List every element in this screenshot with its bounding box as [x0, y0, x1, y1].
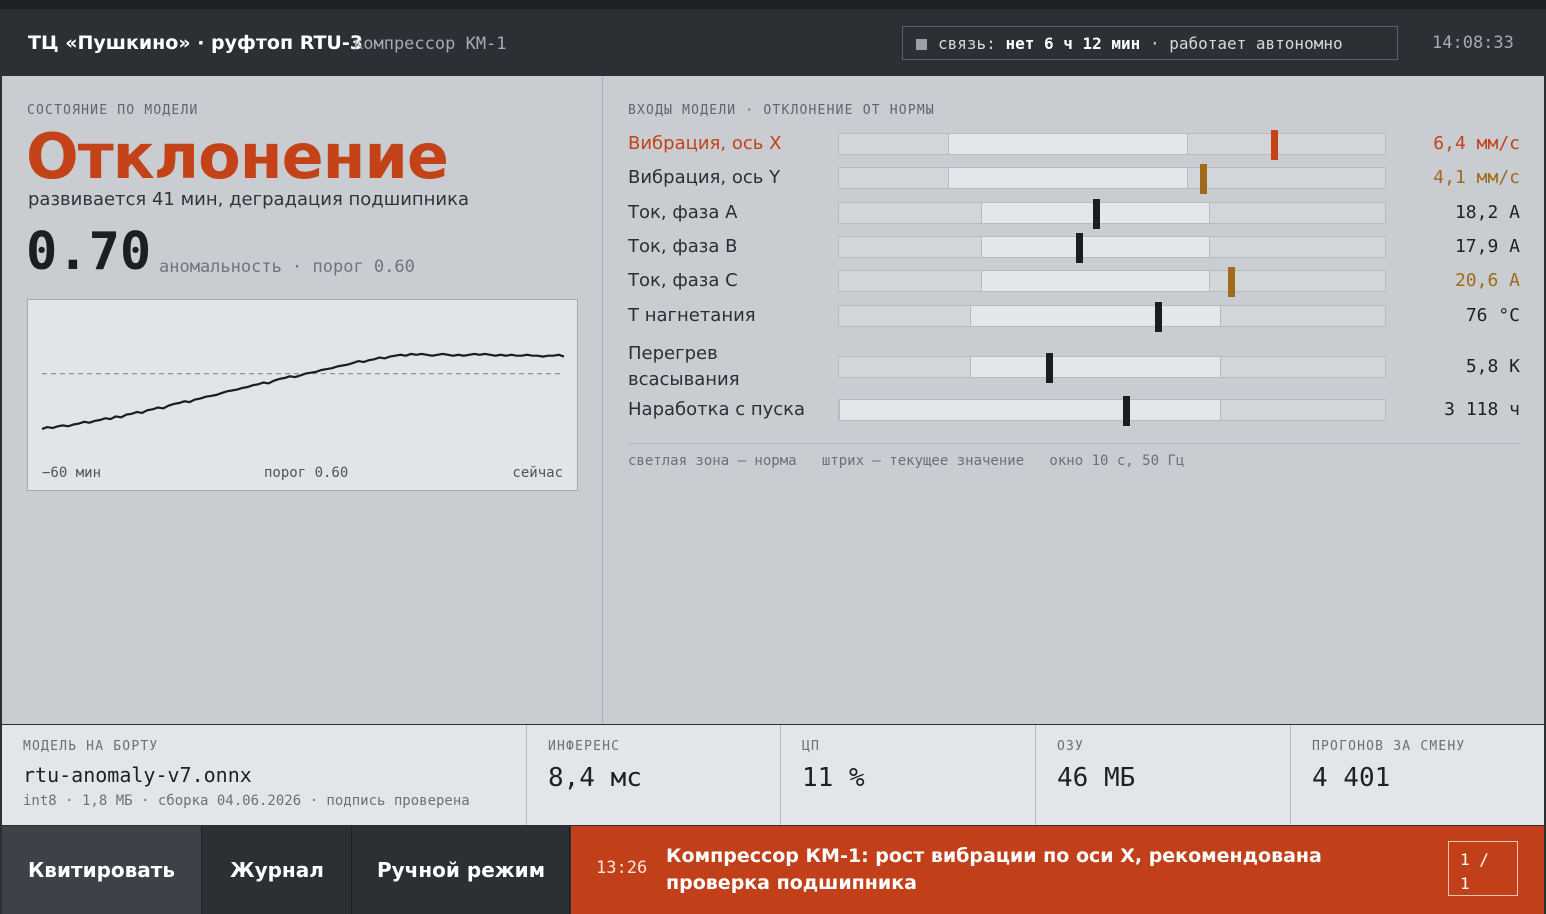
input-name: Перегрев всасывания — [628, 343, 740, 390]
alert-time: 13:26 — [596, 858, 648, 878]
current-value-marker — [1271, 130, 1279, 160]
inputs-legend: светлая зона — норма штрих — текущее зна… — [628, 453, 1185, 469]
runs-card: ПРОГОНОВ ЗА СМЕНУ 4 401 — [1291, 725, 1544, 825]
normal-zone — [970, 306, 1222, 326]
input-name: Ток, фаза A — [628, 202, 738, 223]
input-value: 6,4 мм/с — [1433, 133, 1520, 154]
input-row: Вибрация, ось X 6,4 мм/с — [628, 130, 1520, 160]
link-label: связь: — [938, 34, 996, 53]
input-value: 17,9 A — [1454, 236, 1520, 257]
acknowledge-button[interactable]: Квитировать — [2, 826, 202, 914]
input-gauge — [838, 164, 1386, 194]
state-label: Отклонение — [26, 120, 449, 193]
input-name: Вибрация, ось X — [628, 133, 782, 154]
model-caption: МОДЕЛЬ НА БОРТУ — [23, 739, 159, 754]
cpu-value: 11 % — [802, 763, 865, 793]
input-value: 3 118 ч — [1444, 399, 1520, 420]
ram-caption: ОЗУ — [1057, 739, 1085, 754]
input-row: Перегрев всасывания 5,8 K — [628, 341, 1520, 393]
inputs-caption: ВХОДЫ МОДЕЛИ · ОТКЛОНЕНИЕ ОТ НОРМЫ — [628, 103, 935, 118]
model-meta: int8 · 1,8 МБ · сборка 04.06.2026 · подп… — [23, 793, 470, 809]
input-name: Наработка с пуска — [628, 399, 806, 420]
clock: 14:08:33 — [1432, 33, 1514, 53]
input-value: 5,8 K — [1465, 356, 1520, 377]
stats-bar: МОДЕЛЬ НА БОРТУ rtu-anomaly-v7.onnx int8… — [2, 725, 1544, 825]
current-value-marker — [1155, 302, 1163, 332]
anomaly-score: 0.70 — [26, 222, 152, 282]
normal-zone — [970, 357, 1222, 377]
input-name: Вибрация, ось Y — [628, 167, 781, 188]
alert-pager-label: 1 / 1 — [1460, 850, 1489, 893]
input-row: Ток, фаза C 20,6 A — [628, 267, 1520, 297]
current-value-marker — [1076, 233, 1084, 263]
alert-message: Компрессор КМ-1: рост вибрации по оси X,… — [666, 845, 1322, 894]
normal-zone — [948, 168, 1189, 188]
input-value: 18,2 A — [1454, 202, 1520, 223]
input-name: Ток, фаза C — [628, 270, 738, 291]
normal-zone — [839, 400, 1222, 420]
site-title: ТЦ «Пушкино» · руфтоп RTU-3 — [28, 32, 363, 54]
input-row: Наработка с пуска 3 118 ч — [628, 396, 1520, 426]
ram-card: ОЗУ 46 МБ — [1036, 725, 1291, 825]
input-gauge — [838, 130, 1386, 160]
input-gauge — [838, 199, 1386, 229]
anomaly-trend-chart: −60 мин порог 0.60 сейчас — [27, 299, 578, 491]
trend-plot — [41, 352, 565, 430]
score-caption: аномальность · порог 0.60 — [159, 257, 415, 277]
input-gauge — [838, 396, 1386, 426]
input-row: Ток, фаза A 18,2 A — [628, 199, 1520, 229]
input-gauge — [838, 302, 1386, 332]
device-name: компрессор КМ-1 — [353, 34, 507, 54]
threshold-label: порог 0.60 — [264, 465, 349, 481]
alert-banner[interactable]: 13:26 Компрессор КМ-1: рост вибрации по … — [571, 826, 1544, 914]
cpu-caption: ЦП — [802, 739, 821, 754]
model-file: rtu-anomaly-v7.onnx — [23, 763, 252, 787]
normal-zone — [948, 134, 1189, 154]
x-end-label: сейчас — [512, 465, 563, 481]
top-bar: ТЦ «Пушкино» · руфтоп RTU-3 компрессор К… — [0, 0, 1546, 76]
cpu-card: ЦП 11 % — [781, 725, 1036, 825]
current-value-marker — [1092, 199, 1100, 229]
x-start-label: −60 мин — [42, 465, 102, 481]
input-value: 4,1 мм/с — [1433, 167, 1520, 188]
normal-zone — [980, 271, 1211, 291]
input-gauge — [838, 267, 1386, 297]
log-button[interactable]: Журнал — [203, 826, 352, 914]
link-mode: · работает автономно — [1149, 34, 1343, 53]
input-name: Ток, фаза B — [628, 236, 738, 257]
input-gauge — [838, 353, 1386, 383]
link-offline-duration: нет 6 ч 12 мин — [1005, 34, 1141, 53]
manual-mode-button[interactable]: Ручной режим — [353, 826, 570, 914]
current-value-marker — [1199, 164, 1207, 194]
ram-value: 46 МБ — [1057, 763, 1136, 793]
link-status: связь: нет 6 ч 12 мин · работает автоном… — [902, 26, 1398, 60]
inputs-panel: ВХОДЫ МОДЕЛИ · ОТКЛОНЕНИЕ ОТ НОРМЫ Вибра… — [603, 76, 1544, 724]
input-name: T нагнетания — [628, 305, 756, 326]
input-row: Вибрация, ось Y 4,1 мм/с — [628, 164, 1520, 194]
runs-value: 4 401 — [1312, 763, 1391, 793]
legend-divider — [628, 443, 1520, 444]
inference-caption: ИНФЕРЕНС — [548, 739, 621, 754]
anomaly-series-line — [41, 352, 565, 430]
input-gauge — [838, 233, 1386, 263]
input-value: 20,6 A — [1454, 270, 1520, 291]
input-value: 76 °C — [1465, 305, 1520, 326]
current-value-marker — [1122, 396, 1130, 426]
model-card: МОДЕЛЬ НА БОРТУ rtu-anomaly-v7.onnx int8… — [2, 725, 527, 825]
state-caption: СОСТОЯНИЕ ПО МОДЕЛИ — [27, 103, 199, 118]
input-row: T нагнетания 76 °C — [628, 302, 1520, 332]
link-status-icon — [916, 39, 927, 50]
action-bar: Квитировать Журнал Ручной режим 13:26 Ко… — [0, 826, 1546, 914]
state-panel: СОСТОЯНИЕ ПО МОДЕЛИ Отклонение развивает… — [2, 76, 603, 724]
state-description: развивается 41 мин, деградация подшипник… — [28, 189, 470, 210]
runs-caption: ПРОГОНОВ ЗА СМЕНУ — [1312, 739, 1466, 754]
current-value-marker — [1228, 267, 1236, 297]
main-area: СОСТОЯНИЕ ПО МОДЕЛИ Отклонение развивает… — [2, 76, 1544, 724]
alert-pager[interactable]: 1 / 1 — [1448, 841, 1518, 896]
current-value-marker — [1046, 353, 1054, 383]
normal-zone — [980, 237, 1211, 257]
inference-value: 8,4 мс — [548, 763, 642, 793]
input-row: Ток, фаза B 17,9 A — [628, 233, 1520, 263]
inference-card: ИНФЕРЕНС 8,4 мс — [527, 725, 781, 825]
